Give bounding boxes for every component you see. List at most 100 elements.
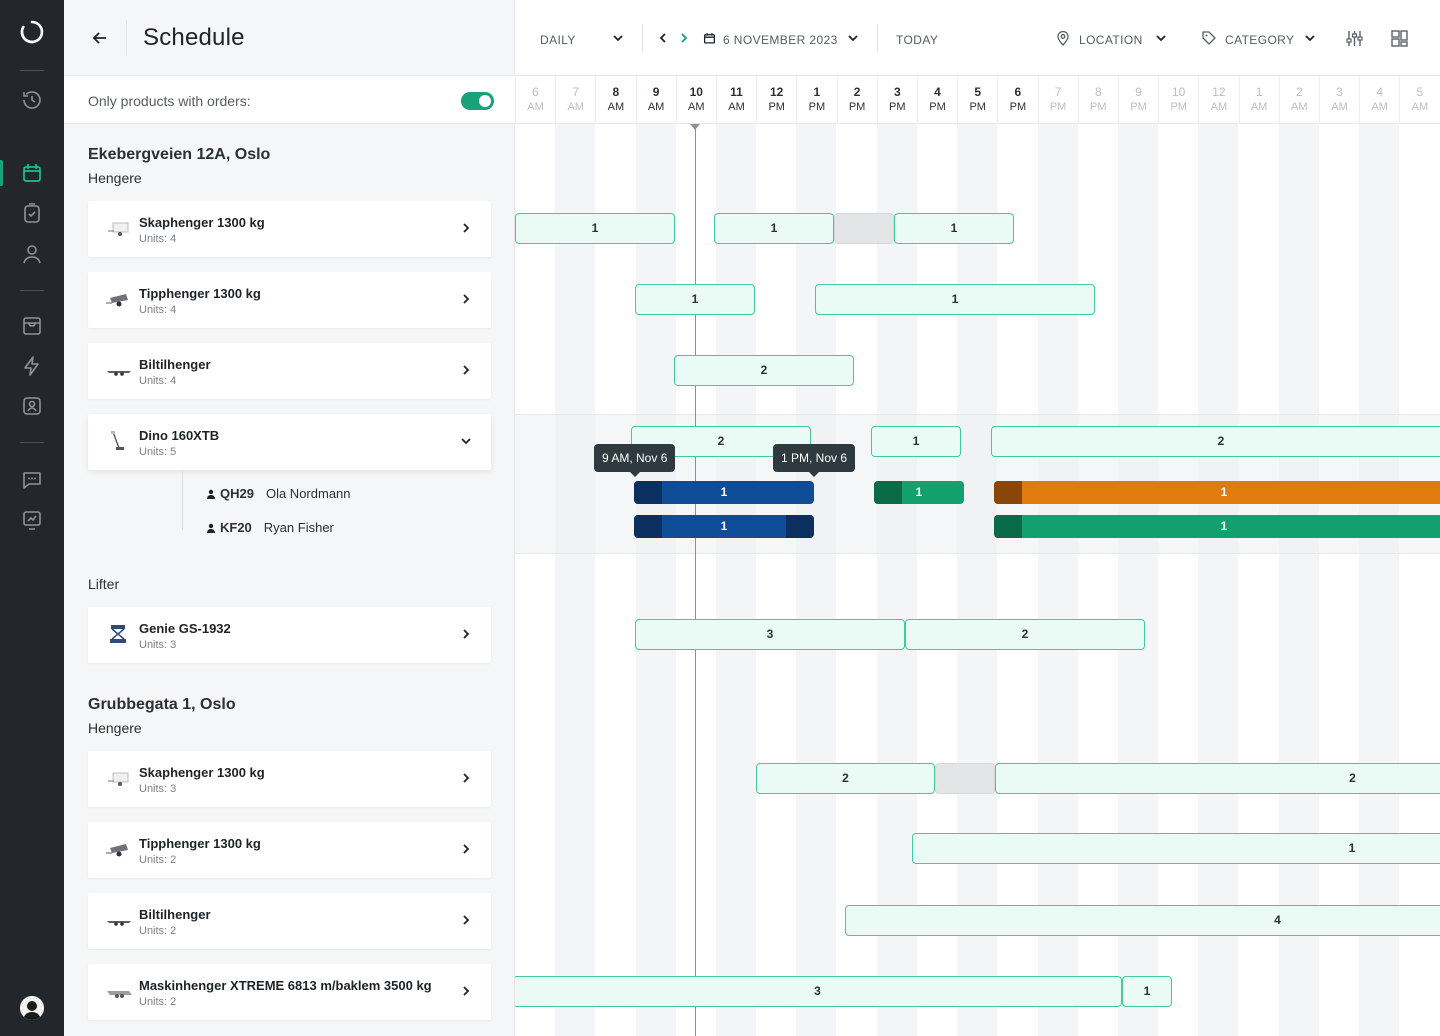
hour-column-label: 10 PM	[1158, 76, 1198, 124]
maintenance-block[interactable]	[935, 763, 995, 794]
chevron-down-icon[interactable]	[845, 30, 861, 46]
unit-assignee: Ryan Fisher	[263, 520, 334, 535]
hour-period: PM	[848, 101, 866, 113]
booking-bar[interactable]: 2	[674, 355, 854, 386]
hour-column-shade	[635, 124, 676, 1036]
booking-bar[interactable]: 1	[1122, 976, 1172, 1007]
product-name: Biltilhenger	[139, 907, 211, 922]
product-card[interactable]: Biltilhenger Units: 2	[88, 893, 491, 949]
today-button[interactable]: TODAY	[896, 33, 938, 47]
analytics-monitor-icon[interactable]	[20, 508, 44, 532]
product-card[interactable]: Genie GS-1932 Units: 3	[88, 607, 491, 663]
unit-booking-bar[interactable]: 1	[634, 481, 814, 504]
chevron-right-icon[interactable]	[459, 292, 473, 306]
booking-bar[interactable]: 2	[756, 763, 935, 794]
hour-number: 9	[1135, 85, 1142, 99]
booking-bar[interactable]: 2	[905, 619, 1145, 650]
chevron-right-icon[interactable]	[459, 221, 473, 235]
timeline-grid	[515, 124, 1440, 1036]
back-arrow-icon[interactable]	[88, 26, 112, 50]
hour-column-shade	[716, 124, 756, 1036]
nav-divider	[20, 290, 44, 291]
unit-booking-count: 1	[720, 485, 728, 499]
lightning-icon[interactable]	[20, 354, 44, 378]
sliders-icon[interactable]	[1345, 29, 1364, 48]
location-filter[interactable]: LOCATION	[1079, 33, 1143, 47]
bar-lead-segment	[994, 481, 1022, 504]
product-card[interactable]: Skaphenger 1300 kg Units: 4	[88, 201, 491, 257]
booking-bar[interactable]: 1	[515, 213, 675, 244]
chevron-right-icon[interactable]	[459, 842, 473, 856]
booking-bar[interactable]: 1	[912, 833, 1440, 864]
hour-column-label: 3 AM	[1319, 76, 1359, 124]
product-card[interactable]: Tipphenger 1300 kg Units: 4	[88, 272, 491, 328]
booking-bar[interactable]: 3	[515, 976, 1122, 1007]
booking-bar[interactable]: 1	[714, 213, 834, 244]
category-title: Hengere	[88, 720, 142, 736]
user-avatar[interactable]	[20, 996, 44, 1020]
location-title: Ekebergveien 12A, Oslo	[88, 146, 271, 163]
chevron-right-icon[interactable]	[676, 30, 692, 46]
clipboard-check-icon[interactable]	[20, 201, 44, 225]
booking-bar[interactable]: 1	[871, 426, 961, 457]
unit-code: KF20	[220, 520, 252, 535]
user-icon[interactable]	[20, 242, 44, 266]
tipper-trailer-image	[106, 294, 128, 307]
boom-lift-image	[111, 431, 124, 450]
chevron-right-icon[interactable]	[459, 771, 473, 785]
chevron-down-icon[interactable]	[610, 30, 626, 46]
tipper-trailer-image	[106, 844, 128, 857]
category-title: Hengere	[88, 170, 142, 186]
unit-booking-count: 1	[915, 485, 923, 499]
only-with-orders-toggle[interactable]	[461, 92, 494, 110]
booking-bar[interactable]: 1	[894, 213, 1014, 244]
chevron-down-icon[interactable]	[1302, 30, 1318, 46]
hour-column-label: 6 AM	[515, 76, 555, 124]
booking-bar[interactable]: 2	[995, 763, 1440, 794]
location-pin-icon	[1057, 30, 1069, 46]
unit-row[interactable]: QH29 Ola Nordmann	[206, 486, 351, 501]
unit-booking-bar[interactable]: 1	[994, 481, 1440, 504]
chevron-left-icon[interactable]	[655, 30, 671, 46]
chevron-right-icon[interactable]	[459, 363, 473, 377]
booking-bar[interactable]: 4	[845, 905, 1440, 936]
unit-booking-bar[interactable]: 1	[874, 481, 964, 504]
nav-divider	[20, 442, 44, 443]
chevron-down-icon[interactable]	[459, 434, 473, 448]
hour-column-label: 6 PM	[997, 76, 1037, 124]
hour-column-label: 10 AM	[675, 76, 716, 124]
product-card[interactable]: Tipphenger 1300 kg Units: 2	[88, 822, 491, 878]
hour-period: PM	[768, 101, 785, 113]
booking-bar[interactable]: 1	[815, 284, 1095, 315]
product-card[interactable]: Biltilhenger Units: 4	[88, 343, 491, 399]
booking-bar[interactable]: 3	[635, 619, 905, 650]
calendar-icon[interactable]	[20, 161, 44, 185]
date-picker[interactable]: 6 NOVEMBER 2023	[723, 33, 838, 47]
layout-grid-icon[interactable]	[1390, 29, 1409, 48]
chevron-right-icon[interactable]	[459, 984, 473, 998]
current-time-marker	[690, 124, 700, 130]
calendar-icon	[703, 33, 716, 44]
store-icon[interactable]	[20, 314, 44, 338]
chat-icon[interactable]	[20, 468, 44, 492]
chevron-down-icon[interactable]	[1153, 30, 1169, 46]
unit-booking-bar[interactable]: 1	[634, 515, 814, 538]
booking-bar[interactable]: 1	[635, 284, 755, 315]
maintenance-block[interactable]	[834, 213, 894, 244]
hour-column-shade	[796, 124, 837, 1036]
contact-card-icon[interactable]	[20, 394, 44, 418]
product-card-expanded[interactable]: Dino 160XTB Units: 5	[88, 414, 491, 470]
chevron-right-icon[interactable]	[459, 913, 473, 927]
product-card[interactable]: Skaphenger 1300 kg Units: 3	[88, 751, 491, 807]
app-logo-icon[interactable]	[18, 18, 46, 46]
unit-row[interactable]: KF20 Ryan Fisher	[206, 520, 334, 535]
category-filter[interactable]: CATEGORY	[1225, 33, 1294, 47]
unit-booking-bar[interactable]: 1	[994, 515, 1440, 538]
product-card[interactable]: Maskinhenger XTREME 6813 m/baklem 3500 k…	[88, 964, 491, 1020]
hour-column-shade	[1278, 124, 1319, 1036]
booking-bar[interactable]: 2	[991, 426, 1440, 457]
view-mode-select[interactable]: DAILY	[540, 33, 576, 47]
history-icon[interactable]	[20, 88, 44, 112]
chevron-right-icon[interactable]	[459, 627, 473, 641]
hour-number: 3	[1336, 85, 1343, 99]
